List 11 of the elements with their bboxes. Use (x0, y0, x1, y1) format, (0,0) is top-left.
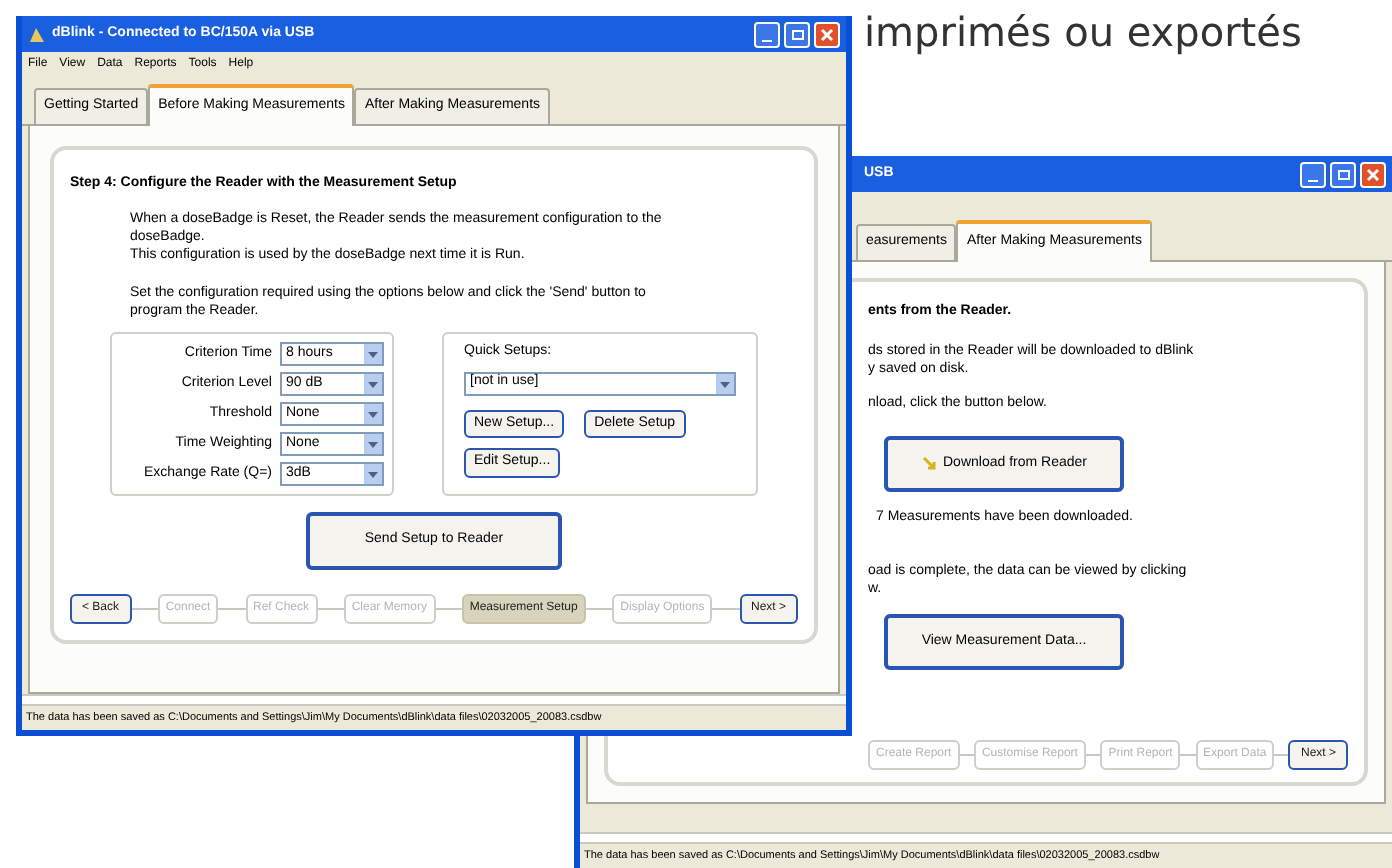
close-button[interactable] (1360, 161, 1386, 187)
close-icon (1366, 167, 1380, 181)
maximize-button[interactable] (784, 21, 810, 47)
minimize-button[interactable] (754, 21, 780, 47)
minimize-button[interactable] (1300, 161, 1326, 187)
app-icon (28, 25, 46, 43)
maximize-button[interactable] (1330, 161, 1356, 187)
close-button[interactable] (814, 21, 840, 47)
download-icon (921, 455, 937, 472)
caption: imprimés ou exportés (864, 6, 1302, 60)
close-icon (820, 27, 834, 41)
